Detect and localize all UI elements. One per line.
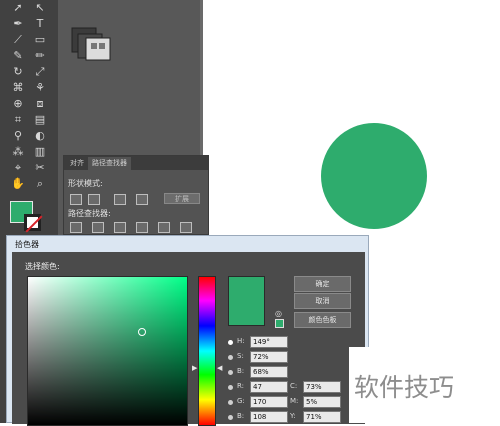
b-label: B: bbox=[237, 367, 245, 375]
saturation-brightness-field[interactable] bbox=[27, 276, 188, 426]
color-picker-dialog: 拾色器 选择颜色: ▶ ◀ ◎ 确定 取消 颜色色板 H: 149° S: 72… bbox=[6, 235, 369, 426]
tab-align[interactable]: 对齐 bbox=[66, 157, 88, 170]
width-icon[interactable]: ⌘ bbox=[8, 80, 28, 95]
perspective-icon[interactable]: ⧈ bbox=[30, 96, 50, 111]
b-field[interactable]: 68% bbox=[250, 366, 288, 378]
slice-icon[interactable]: ✂ bbox=[30, 160, 50, 175]
c-field[interactable]: 73% bbox=[303, 381, 341, 393]
zoom-icon[interactable]: ⌕ bbox=[30, 176, 50, 191]
dialog-title: 拾色器 bbox=[15, 240, 39, 249]
h-label: H: bbox=[237, 337, 245, 345]
s-radio[interactable] bbox=[228, 355, 233, 360]
pencil-icon[interactable]: ✏ bbox=[30, 48, 50, 63]
rotate-icon[interactable]: ↻ bbox=[8, 64, 28, 79]
b-radio[interactable] bbox=[228, 370, 233, 375]
h-field[interactable]: 149° bbox=[250, 336, 288, 348]
unite-icon[interactable] bbox=[70, 194, 82, 205]
minus-back-icon[interactable] bbox=[180, 222, 192, 233]
shape-builder-icon[interactable]: ⊕ bbox=[8, 96, 28, 111]
blue-radio[interactable] bbox=[228, 415, 233, 420]
stroke-none-swatch[interactable] bbox=[24, 214, 41, 231]
pathfinder-label: 路径查找器: bbox=[68, 209, 111, 218]
crop-icon[interactable] bbox=[136, 222, 148, 233]
blue-label: B: bbox=[237, 412, 245, 420]
type-icon[interactable]: T bbox=[30, 16, 50, 31]
green-circle-shape[interactable] bbox=[321, 123, 427, 229]
blend-icon[interactable]: ◐ bbox=[30, 128, 50, 143]
g-label: G: bbox=[237, 397, 245, 405]
documents-icon bbox=[70, 24, 112, 64]
rectangle-icon[interactable]: ▭ bbox=[30, 32, 50, 47]
s-field[interactable]: 72% bbox=[250, 351, 288, 363]
y-label: Y: bbox=[290, 412, 296, 420]
artboard-icon[interactable]: ⌖ bbox=[8, 160, 28, 175]
minus-front-icon[interactable] bbox=[88, 194, 100, 205]
shape-modes-label: 形状模式: bbox=[68, 179, 103, 188]
current-color-swatch bbox=[228, 276, 265, 326]
merge-icon[interactable] bbox=[114, 222, 126, 233]
hue-slider[interactable] bbox=[198, 276, 216, 426]
gradient-icon[interactable]: ▤ bbox=[30, 112, 50, 127]
r-radio[interactable] bbox=[228, 385, 233, 390]
r-field[interactable]: 47 bbox=[250, 381, 288, 393]
tab-pathfinder[interactable]: 路径查找器 bbox=[88, 157, 131, 170]
eyedropper-icon[interactable]: ⚲ bbox=[8, 128, 28, 143]
color-swatches-button[interactable]: 颜色色板 bbox=[294, 312, 351, 328]
trim-icon[interactable] bbox=[92, 222, 104, 233]
intersect-icon[interactable] bbox=[114, 194, 126, 205]
line-icon[interactable]: ⟋ bbox=[8, 32, 28, 47]
web-safe-swatch[interactable] bbox=[275, 319, 284, 328]
color-picker-handle[interactable] bbox=[138, 328, 146, 336]
divide-icon[interactable] bbox=[70, 222, 82, 233]
panel-tabs: 对齐 路径查找器 bbox=[64, 156, 208, 170]
pathfinder-panel: 对齐 路径查找器 形状模式: 扩展 路径查找器: bbox=[63, 155, 209, 235]
exclude-icon[interactable] bbox=[136, 194, 148, 205]
outline-icon[interactable] bbox=[158, 222, 170, 233]
c-label: C: bbox=[290, 382, 298, 390]
warp-icon[interactable]: ⚘ bbox=[30, 80, 50, 95]
hand-icon[interactable]: ✋ bbox=[8, 176, 28, 191]
column-graph-icon[interactable]: ▥ bbox=[30, 144, 50, 159]
mesh-icon[interactable]: ⌗ bbox=[8, 112, 28, 127]
m-label: M: bbox=[290, 397, 299, 405]
g-field[interactable]: 170 bbox=[250, 396, 288, 408]
y-field[interactable]: 71% bbox=[303, 411, 341, 423]
watermark-text: 软件技巧 bbox=[354, 373, 455, 402]
m-field[interactable]: 5% bbox=[303, 396, 341, 408]
web-color-icon: ◎ bbox=[275, 309, 282, 318]
hue-arrow-right-icon[interactable]: ◀ bbox=[217, 364, 222, 372]
symbol-sprayer-icon[interactable]: ⁂ bbox=[8, 144, 28, 159]
cancel-button[interactable]: 取消 bbox=[294, 293, 351, 309]
scale-icon[interactable]: ⤢ bbox=[30, 64, 50, 79]
direct-selection-icon[interactable]: ↖ bbox=[30, 0, 50, 15]
expand-button[interactable]: 扩展 bbox=[164, 193, 200, 204]
g-radio[interactable] bbox=[228, 400, 233, 405]
s-label: S: bbox=[237, 352, 244, 360]
ok-button[interactable]: 确定 bbox=[294, 276, 351, 292]
selection-icon[interactable]: ➚ bbox=[8, 0, 28, 15]
hue-arrow-left-icon[interactable]: ▶ bbox=[192, 364, 197, 372]
h-radio[interactable] bbox=[228, 340, 233, 345]
select-color-label: 选择颜色: bbox=[25, 262, 60, 271]
pen-icon[interactable]: ✒ bbox=[8, 16, 28, 31]
blue-field[interactable]: 108 bbox=[250, 411, 288, 423]
paintbrush-icon[interactable]: ✎ bbox=[8, 48, 28, 63]
r-label: R: bbox=[237, 382, 245, 390]
